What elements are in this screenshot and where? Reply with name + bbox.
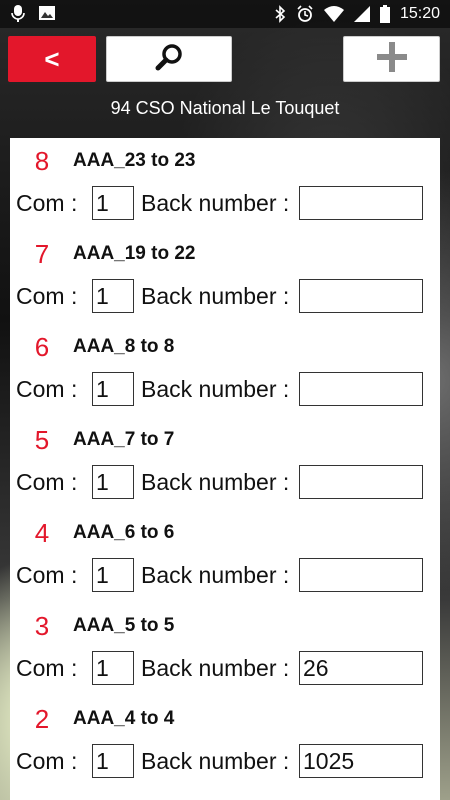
- entry-range: AAA_5 to 5: [73, 615, 175, 636]
- entry-number: 8: [34, 146, 50, 176]
- search-icon: [155, 43, 183, 76]
- back-number-label: Back number :: [141, 469, 290, 495]
- image-icon: [38, 4, 56, 24]
- back-number-label: Back number :: [141, 190, 290, 216]
- com-input[interactable]: 1: [92, 558, 134, 592]
- entry-range: AAA_6 to 6: [73, 522, 175, 543]
- add-button[interactable]: [343, 36, 440, 82]
- back-number-input[interactable]: 1025: [299, 744, 423, 778]
- back-number-input[interactable]: 26: [299, 651, 423, 685]
- list-item: 4 AAA_6 to 6 Com : 1 Back number :: [10, 510, 440, 603]
- com-input[interactable]: 1: [92, 186, 134, 220]
- com-input[interactable]: 1: [92, 279, 134, 313]
- wifi-icon: [323, 6, 344, 22]
- com-label: Com :: [16, 375, 78, 402]
- entry-number: 5: [34, 425, 50, 455]
- alarm-icon: [296, 5, 314, 23]
- back-number-input[interactable]: [299, 279, 423, 313]
- entry-number: 7: [34, 239, 50, 269]
- back-number-label: Back number :: [141, 376, 290, 402]
- back-button-label: <: [44, 43, 60, 74]
- list-item: 5 AAA_7 to 7 Com : 1 Back number :: [10, 417, 440, 510]
- list-item: 3 AAA_5 to 5 Com : 1 Back number : 26: [10, 603, 440, 696]
- list-item: 7 AAA_19 to 22 Com : 1 Back number :: [10, 231, 440, 324]
- entries-panel: 8 AAA_23 to 23 Com : 1 Back number : 7 A…: [10, 138, 440, 800]
- battery-icon: [379, 5, 390, 23]
- back-number-input[interactable]: [299, 465, 423, 499]
- entry-number: 4: [34, 518, 50, 548]
- com-label: Com :: [16, 561, 78, 588]
- entry-range: AAA_8 to 8: [73, 336, 175, 357]
- back-number-input[interactable]: [299, 558, 423, 592]
- back-number-input[interactable]: [299, 372, 423, 406]
- back-button[interactable]: <: [8, 36, 96, 82]
- entry-range: AAA_19 to 22: [73, 243, 196, 264]
- com-input[interactable]: 1: [92, 744, 134, 778]
- signal-icon: [353, 6, 370, 22]
- entry-range: AAA_7 to 7: [73, 429, 175, 450]
- back-number-label: Back number :: [141, 283, 290, 309]
- com-label: Com :: [16, 189, 78, 216]
- com-label: Com :: [16, 468, 78, 495]
- list-item: 2 AAA_4 to 4 Com : 1 Back number : 1025: [10, 696, 440, 789]
- entry-number: 2: [34, 704, 50, 734]
- back-number-input[interactable]: [299, 186, 423, 220]
- com-input[interactable]: 1: [92, 465, 134, 499]
- com-input[interactable]: 1: [92, 651, 134, 685]
- search-button[interactable]: [106, 36, 232, 82]
- plus-icon: [375, 40, 409, 79]
- entry-number: 6: [34, 332, 50, 362]
- back-number-label: Back number :: [141, 748, 290, 774]
- entry-range: AAA_4 to 4: [73, 708, 175, 729]
- back-number-label: Back number :: [141, 562, 290, 588]
- status-bar: 15:20: [0, 0, 450, 28]
- bluetooth-icon: [274, 5, 286, 23]
- entry-range: AAA_23 to 23: [73, 150, 196, 171]
- page-title: 94 CSO National Le Touquet: [110, 98, 340, 118]
- list-item: 6 AAA_8 to 8 Com : 1 Back number :: [10, 324, 440, 417]
- list-item: 8 AAA_23 to 23 Com : 1 Back number :: [10, 138, 440, 231]
- back-number-label: Back number :: [141, 655, 290, 681]
- com-label: Com :: [16, 282, 78, 309]
- entry-number: 3: [34, 611, 50, 641]
- com-label: Com :: [16, 654, 78, 681]
- status-time: 15:20: [399, 5, 440, 22]
- com-input[interactable]: 1: [92, 372, 134, 406]
- microphone-icon: [10, 4, 26, 24]
- com-label: Com :: [16, 747, 78, 774]
